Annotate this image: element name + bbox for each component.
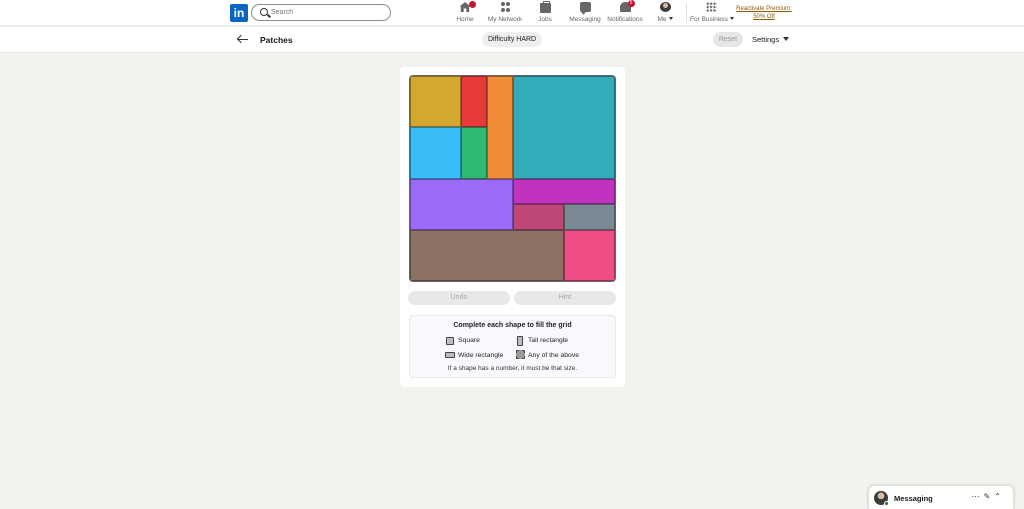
compose-icon[interactable]: ✎: [984, 492, 995, 501]
game-header: Patches Difficulty HARD Reset Settings: [0, 27, 1024, 53]
messaging-actions: ⋯✎⌃: [972, 492, 1005, 501]
undo-button[interactable]: Undo: [408, 291, 510, 305]
nav-my-network[interactable]: My Network: [486, 2, 524, 24]
patch-orange[interactable]: [486, 76, 513, 179]
page-title: Patches: [260, 35, 293, 45]
patch-teal[interactable]: [512, 76, 615, 179]
patch-violet[interactable]: [410, 178, 513, 230]
messaging-label: Messaging: [894, 494, 933, 503]
nav-label: Home: [456, 16, 474, 23]
briefcase-icon: [539, 1, 551, 13]
patch-sky[interactable]: [410, 127, 462, 179]
nav-label: Messaging: [569, 16, 601, 23]
premium-line-1: Reactivate Premium:: [736, 6, 792, 12]
tall-rectangle-icon: [517, 336, 523, 346]
nav-notifications[interactable]: 5 Notifications: [607, 0, 643, 24]
legend-wide: Wide rectangle: [458, 352, 504, 359]
patch-magenta[interactable]: [512, 178, 615, 205]
difficulty-badge: Difficulty HARD: [482, 32, 543, 47]
nav-label: My Network: [487, 16, 523, 23]
legend-any: Any of the above: [528, 352, 580, 359]
search-input[interactable]: [271, 6, 386, 19]
nav-label: Notifications: [607, 16, 643, 23]
online-status-icon: [884, 501, 889, 506]
patch-raspberry[interactable]: [512, 204, 564, 230]
nav-label: Me: [657, 16, 667, 23]
wide-rectangle-icon: [445, 352, 455, 358]
nav-for-business[interactable]: For Business: [690, 2, 734, 24]
patch-pink[interactable]: [563, 229, 615, 281]
legend-title: Complete each shape to fill the grid: [453, 322, 572, 329]
settings-label: Settings: [752, 35, 780, 44]
any-shape-icon: [516, 350, 525, 359]
legend-note: If a shape has a number, it must be that…: [447, 365, 578, 372]
chat-icon: [579, 2, 591, 12]
top-nav: in Home My Network Jobs Messaging 5 Noti…: [0, 0, 1024, 26]
reset-button[interactable]: Reset: [713, 32, 743, 47]
patch-green[interactable]: [461, 127, 487, 179]
nav-jobs[interactable]: Jobs: [534, 1, 556, 24]
notification-badge: 5: [627, 0, 635, 7]
nav-messaging[interactable]: Messaging: [568, 2, 602, 24]
back-arrow-icon[interactable]: [237, 33, 249, 45]
search-box[interactable]: [251, 4, 391, 21]
nav-business-label-wrap: For Business: [690, 16, 734, 23]
nav-divider: [686, 3, 687, 23]
more-icon[interactable]: ⋯: [972, 492, 984, 501]
patch-gold[interactable]: [410, 76, 462, 128]
legend-tall: Tall rectangle: [528, 337, 569, 344]
nav-me-label-wrap: Me: [654, 16, 676, 23]
chevron-up-icon[interactable]: ⌃: [994, 492, 1005, 501]
home-dot: [469, 1, 476, 8]
search-icon: [260, 8, 268, 16]
bell-icon: 5: [619, 0, 635, 12]
patch-red[interactable]: [461, 76, 487, 128]
settings-button[interactable]: Settings: [752, 32, 790, 47]
grid-icon: [705, 2, 717, 12]
linkedin-logo[interactable]: in: [230, 4, 248, 22]
avatar: [659, 2, 671, 12]
patch-slate[interactable]: [563, 204, 615, 230]
chevron-down-icon: [783, 37, 790, 41]
chevron-down-icon: [668, 17, 673, 20]
reactivate-premium-link[interactable]: Reactivate Premium: 50% Off: [734, 5, 794, 21]
patches-board[interactable]: [409, 75, 616, 282]
nav-home[interactable]: Home: [453, 1, 477, 24]
nav-me[interactable]: Me: [654, 2, 676, 24]
nav-label: Jobs: [538, 16, 552, 23]
nav-label: For Business: [690, 16, 728, 23]
network-icon: [500, 2, 511, 12]
rules-legend: Complete each shape to fill the grid Squ…: [409, 315, 616, 378]
square-shape-icon: [446, 337, 454, 345]
game-card: Undo Hint Complete each shape to fill th…: [400, 67, 625, 387]
hint-button[interactable]: Hint: [514, 291, 616, 305]
premium-line-2: 50% Off: [753, 14, 775, 20]
patch-brown[interactable]: [410, 229, 564, 281]
messaging-dock[interactable]: Messaging ⋯✎⌃: [868, 485, 1014, 509]
legend-square: Square: [458, 337, 480, 344]
